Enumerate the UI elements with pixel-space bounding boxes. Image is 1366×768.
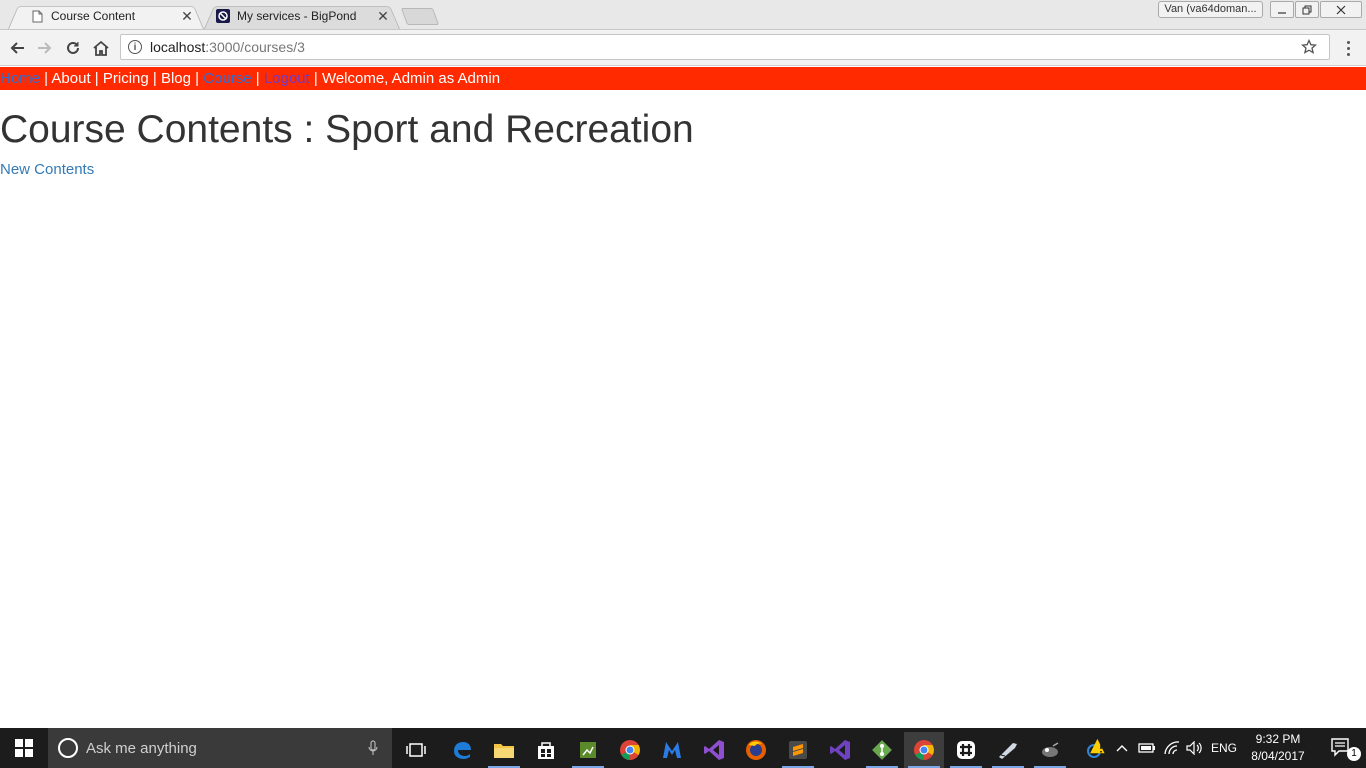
reload-icon (67, 41, 79, 54)
forward-arrow-icon (38, 42, 52, 54)
restore-icon (1302, 5, 1312, 14)
tab-title: My services - BigPond (237, 9, 357, 23)
restore-button[interactable] (1295, 1, 1319, 18)
url-host: localhost (150, 39, 206, 55)
minimize-button[interactable] (1270, 1, 1294, 18)
app-icon[interactable] (1030, 732, 1070, 768)
bigpond-icon (216, 9, 230, 23)
nav-separator: | (309, 70, 322, 87)
language-indicator[interactable]: ENG (1208, 728, 1240, 768)
action-center-button[interactable]: 1 (1318, 728, 1366, 768)
task-view-icon[interactable] (396, 732, 436, 768)
windows-logo-icon (15, 739, 33, 757)
back-arrow-icon (10, 42, 24, 54)
nav-home-link[interactable]: Home (0, 70, 40, 87)
close-icon[interactable]: ✕ (376, 8, 390, 25)
new-contents-link[interactable]: New Contents (0, 161, 94, 178)
site-navbar: Home | About | Pricing | Blog | Course |… (0, 67, 1366, 90)
firefox-icon[interactable] (736, 732, 776, 768)
nav-separator: | (190, 70, 204, 87)
page-icon (30, 9, 44, 23)
wifi-icon[interactable] (1160, 728, 1184, 768)
edge-icon[interactable] (442, 732, 482, 768)
volume-icon[interactable] (1184, 728, 1206, 768)
nav-separator: | (148, 70, 161, 87)
nav-separator: | (40, 70, 52, 87)
forward-button[interactable] (34, 37, 56, 59)
reload-button[interactable] (62, 37, 84, 59)
close-icon (1336, 5, 1346, 14)
store-icon[interactable] (526, 732, 566, 768)
nav-course-link[interactable]: Course (203, 70, 251, 87)
close-window-button[interactable] (1320, 1, 1362, 18)
cortana-search-box[interactable]: Ask me anything (48, 728, 392, 768)
browser-toolbar: i localhost:3000/courses/3 (0, 30, 1366, 66)
chrome-icon[interactable] (904, 732, 944, 768)
clock-time: 9:32 PM (1255, 732, 1301, 746)
info-icon[interactable]: i (128, 40, 142, 54)
sublime-icon[interactable] (778, 732, 818, 768)
nav-pricing-link[interactable]: Pricing (103, 70, 149, 87)
new-tab-button[interactable] (400, 8, 440, 25)
home-button[interactable] (90, 37, 112, 59)
system-clock[interactable]: 9:32 PM 8/04/2017 (1240, 731, 1316, 765)
nav-logout-link[interactable]: Logout (264, 70, 310, 87)
home-icon (93, 40, 109, 56)
browser-menu-icon[interactable] (1340, 38, 1356, 58)
app-icon[interactable] (568, 732, 608, 768)
chevron-up-icon[interactable] (1114, 728, 1130, 768)
page-title: Course Contents : Sport and Recreation (0, 108, 694, 151)
nav-blog-link[interactable]: Blog (161, 70, 191, 87)
file-explorer-icon[interactable] (484, 732, 524, 768)
profile-button[interactable]: Van (va64doman... (1158, 1, 1263, 18)
nav-separator: | (90, 70, 103, 87)
tab-bigpond[interactable]: My services - BigPond ✕ (204, 3, 400, 30)
back-button[interactable] (6, 37, 28, 59)
cortana-icon (58, 738, 78, 758)
url-path: :3000/courses/3 (205, 39, 305, 55)
browser-tabstrip: Course Content ✕ My services - BigPond ✕… (0, 0, 1366, 30)
nav-about-link[interactable]: About (51, 70, 90, 87)
minimize-icon (1278, 11, 1286, 14)
chrome-icon[interactable] (610, 732, 650, 768)
tab-title: Course Content (51, 9, 136, 23)
nav-separator: | (251, 70, 264, 87)
tab-course-content[interactable]: Course Content ✕ (8, 3, 204, 30)
clock-date: 8/04/2017 (1251, 749, 1305, 763)
malwarebytes-icon[interactable] (652, 732, 692, 768)
address-bar[interactable]: i localhost:3000/courses/3 (120, 34, 1330, 60)
microphone-icon[interactable] (368, 740, 378, 760)
start-button[interactable] (0, 728, 48, 768)
welcome-text: Welcome, Admin as Admin (321, 70, 501, 87)
bookmark-star-icon[interactable] (1300, 38, 1318, 58)
warning-icon[interactable] (1080, 728, 1114, 768)
visual-studio-icon[interactable] (694, 732, 734, 768)
close-icon[interactable]: ✕ (180, 8, 194, 25)
windows-taskbar: Ask me anything ENG 9:32 PM 8/04/2017 1 (0, 728, 1366, 768)
app-icon[interactable] (988, 732, 1028, 768)
visual-studio-icon[interactable] (820, 732, 860, 768)
battery-icon[interactable] (1136, 728, 1158, 768)
slack-icon[interactable] (946, 732, 986, 768)
git-icon[interactable] (862, 732, 902, 768)
notification-count-badge: 1 (1347, 747, 1361, 761)
search-placeholder: Ask me anything (86, 739, 197, 757)
